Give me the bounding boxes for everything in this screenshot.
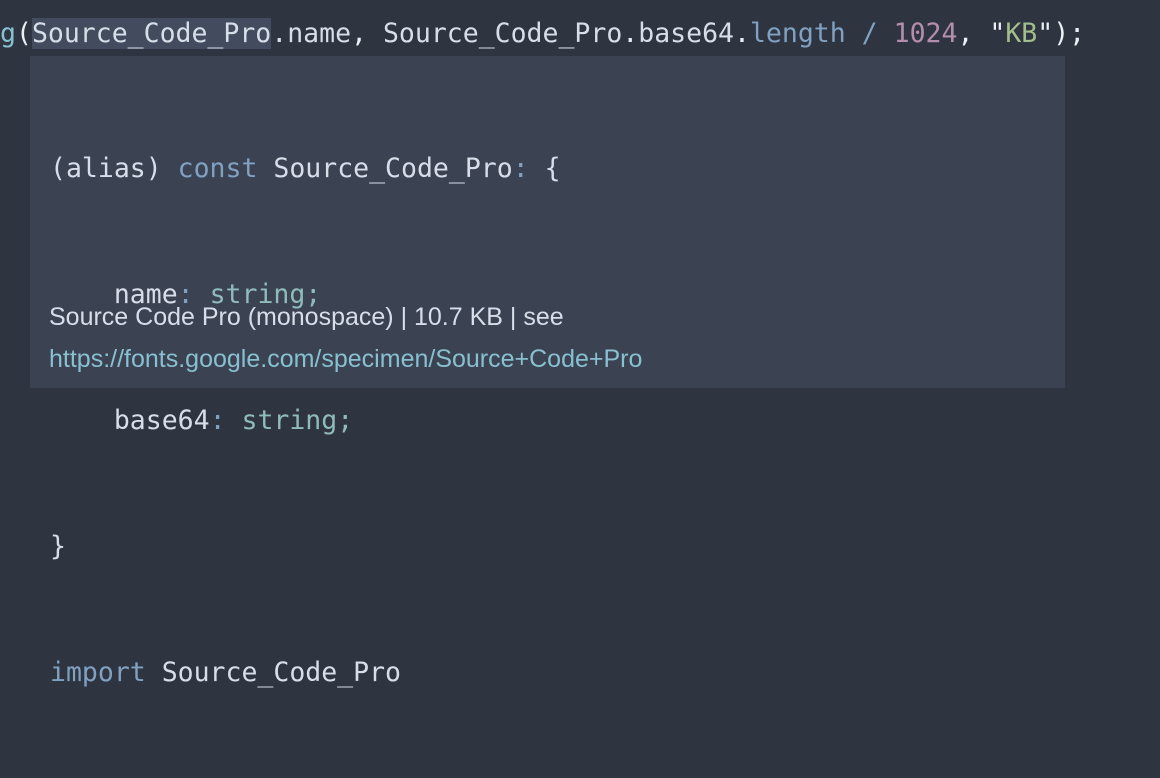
const-keyword: const [177,153,258,184]
code-arg2-object: Source_Code_Pro [382,18,623,49]
code-arg2-property: base64 [638,18,734,49]
code-number-literal: 1024 [893,18,958,49]
code-divide-operator: / [861,18,878,49]
hover-signature: (alias) const Source_Code_Pro: { name: s… [50,64,561,778]
editor-code-line[interactable]: g(Source_Code_Pro.name, Source_Code_Pro.… [0,12,1160,56]
code-separator: , [957,18,990,49]
code-paren-close: ); [1053,18,1086,49]
doc-description: Source Code Pro (monospace) | 10.7 KB | … [49,303,564,331]
field-base64: base64 [113,405,210,436]
code-paren-open: ( [15,18,32,49]
code-separator: , [351,18,383,49]
code-quote-close: " [1037,18,1054,49]
signature-line-base64-field: base64: string; [50,400,561,442]
field-type: string; [225,405,354,436]
code-hovered-identifier[interactable]: Source_Code_Pro [31,18,272,49]
code-length-property: length [749,18,846,49]
import-name: Source_Code_Pro [145,657,402,688]
type-colon: : [209,405,226,436]
brace-close: } [50,531,66,562]
code-arg1-property: .name [271,18,352,49]
code-function-fragment: g [0,18,16,49]
signature-line-close: } [50,526,561,568]
hover-documentation: Source Code Pro (monospace) | 10.7 KB | … [49,296,642,380]
import-keyword: import [50,657,146,688]
code-quote-open: " [989,18,1006,49]
signature-line-declaration: (alias) const Source_Code_Pro: { [50,148,561,190]
alias-marker: (alias) [50,153,178,184]
doc-specimen-link[interactable]: https://fonts.google.com/specimen/Source… [49,338,642,380]
code-dot: . [622,18,639,49]
symbol-name: Source_Code_Pro [257,153,513,184]
hover-popup: (alias) const Source_Code_Pro: { name: s… [30,56,1065,688]
code-dot: . [734,18,750,49]
signature-line-import: import Source_Code_Pro [50,652,561,694]
type-colon: : [512,153,529,184]
code-string-literal: KB [1005,18,1038,49]
brace-open: { [528,153,561,184]
